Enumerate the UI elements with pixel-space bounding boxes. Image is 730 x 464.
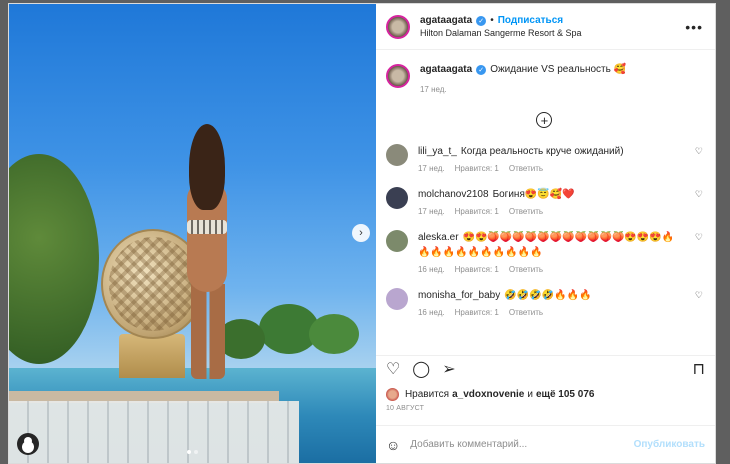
- comment-text: 🤣🤣🤣🤣🔥🔥🔥: [504, 290, 592, 301]
- comment-reply-button[interactable]: Ответить: [509, 308, 543, 317]
- comment-reply-button[interactable]: Ответить: [509, 265, 543, 274]
- post-date: 10 АВГУСТ: [385, 405, 425, 412]
- likes-conjunction: и: [527, 388, 533, 400]
- author-username[interactable]: agataagata: [420, 15, 472, 26]
- comment-item: aleska.er 😍😍🍑🍑🍑🍑🍑🍑🍑🍑🍑🍑🍑😍😍😍🔥🔥🔥🔥🔥🔥🔥🔥🔥🔥🔥 16 …: [385, 230, 703, 274]
- pedestal: [119, 334, 185, 378]
- comment-username[interactable]: monisha_for_baby: [418, 290, 500, 301]
- comment-meta: 17 нед. Нравится: 1 Ответить: [418, 207, 681, 216]
- comment-text-line: monisha_for_baby 🤣🤣🤣🤣🔥🔥🔥: [418, 288, 681, 303]
- likes-summary: Нравится a_vdoxnovenie и ещё 105 076: [376, 383, 715, 405]
- comment-likes[interactable]: Нравится: 1: [455, 207, 499, 216]
- post-header: agataagata ✓ • Подписаться Hilton Dalama…: [375, 4, 715, 50]
- comment-body: monisha_for_baby 🤣🤣🤣🤣🔥🔥🔥 16 нед. Нравится…: [418, 288, 703, 317]
- comment-avatar[interactable]: [385, 144, 408, 166]
- post-dialog: › agataagata ✓ • Подписаться Hilton Dala…: [8, 3, 716, 464]
- comment-body: lili_ya_t_ Когда реальность круче ожидани…: [418, 144, 703, 173]
- comment-like-heart-icon[interactable]: ♡: [695, 146, 703, 157]
- person-hair: [189, 124, 225, 210]
- comment-text-line: molchanov2108 Богиня😍😇🥰❤️: [418, 187, 681, 202]
- comment-bubble-icon[interactable]: ◯: [412, 361, 430, 378]
- tree-left: [9, 154, 99, 364]
- publish-button[interactable]: Опубликовать: [634, 439, 705, 450]
- comment-likes[interactable]: Нравится: 1: [455, 265, 499, 274]
- caption-line: agataagata ✓ Ожидание VS реальность 🥰: [420, 64, 626, 75]
- comment-text-line: lili_ya_t_ Когда реальность круче ожидани…: [418, 144, 681, 159]
- like-heart-icon[interactable]: ♡: [386, 361, 400, 378]
- comment-reply-button[interactable]: Ответить: [509, 207, 543, 216]
- load-more-comments: +: [386, 112, 703, 128]
- comment-like-heart-icon[interactable]: ♡: [695, 232, 703, 243]
- person-legs: [191, 284, 225, 379]
- screen-frame: › agataagata ✓ • Подписаться Hilton Dala…: [0, 0, 730, 464]
- comment-text-line: aleska.er 😍😍🍑🍑🍑🍑🍑🍑🍑🍑🍑🍑🍑😍😍😍🔥🔥🔥🔥🔥🔥🔥🔥🔥🔥🔥: [418, 230, 681, 260]
- follow-button[interactable]: Подписаться: [498, 15, 563, 26]
- emoji-icon[interactable]: ☺: [386, 437, 400, 453]
- post-caption: agataagata ✓ Ожидание VS реальность 🥰 17…: [385, 64, 703, 94]
- share-send-icon[interactable]: ➢: [442, 361, 455, 378]
- comment-like-heart-icon[interactable]: ♡: [695, 189, 703, 200]
- comment-text: Когда реальность круче ожиданий): [460, 146, 624, 157]
- comment-time: 17 нед.: [417, 207, 445, 216]
- liker-avatar: [385, 387, 399, 401]
- comment-username[interactable]: aleska.er: [418, 232, 459, 243]
- caption-text: Ожидание VS реальность 🥰: [490, 64, 627, 75]
- comment-avatar[interactable]: [385, 288, 408, 310]
- likes-prefix: Нравится: [404, 388, 450, 400]
- carousel-dot: [194, 450, 198, 454]
- comment-time: 17 нед.: [417, 164, 445, 173]
- post-actions-bar: ♡ ◯ ➢ ⊓: [375, 355, 715, 383]
- comment-body: aleska.er 😍😍🍑🍑🍑🍑🍑🍑🍑🍑🍑🍑🍑😍😍😍🔥🔥🔥🔥🔥🔥🔥🔥🔥🔥🔥 16 …: [418, 230, 703, 274]
- comment-avatar[interactable]: [385, 187, 408, 209]
- caption-verified-badge-icon: ✓: [476, 64, 487, 75]
- comment-meta: 17 нед. Нравится: 1 Ответить: [418, 164, 681, 173]
- comment-item: monisha_for_baby 🤣🤣🤣🤣🔥🔥🔥 16 нед. Нравится…: [385, 288, 703, 317]
- pool-wall-tiles: [9, 401, 299, 463]
- post-sidebar: agataagata ✓ • Подписаться Hilton Dalama…: [375, 4, 715, 463]
- comment-like-heart-icon[interactable]: ♡: [695, 290, 703, 301]
- header-text: agataagata ✓ • Подписаться Hilton Dalama…: [420, 15, 685, 38]
- likes-others-count[interactable]: ещё 105 076: [536, 389, 595, 400]
- comments-list: agataagata ✓ Ожидание VS реальность 🥰 17…: [376, 50, 715, 353]
- comment-likes[interactable]: Нравится: 1: [455, 308, 499, 317]
- comment-time: 16 нед.: [417, 265, 445, 274]
- comment-input[interactable]: [410, 439, 634, 450]
- more-options-icon[interactable]: •••: [685, 19, 703, 35]
- carousel-dot-active: [187, 450, 191, 454]
- caption-username[interactable]: agataagata: [420, 64, 472, 75]
- add-comment-bar: ☺ Опубликовать: [375, 425, 715, 463]
- author-avatar[interactable]: [385, 14, 410, 39]
- comment-username[interactable]: lili_ya_t_: [418, 146, 457, 157]
- comment-item: lili_ya_t_ Когда реальность круче ожидани…: [385, 144, 703, 173]
- comment-meta: 16 нед. Нравится: 1 Ответить: [418, 265, 681, 274]
- caption-time: 17 нед.: [419, 85, 447, 94]
- comment-text: Богиня😍😇🥰❤️: [492, 189, 575, 200]
- header-line: agataagata ✓ • Подписаться: [420, 15, 685, 26]
- comment-likes[interactable]: Нравится: 1: [455, 164, 499, 173]
- tree-right-2: [309, 314, 359, 354]
- bookmark-save-icon[interactable]: ⊓: [693, 361, 705, 378]
- location-link[interactable]: Hilton Dalaman Sangerme Resort & Spa: [420, 28, 685, 38]
- carousel-dots: [187, 450, 198, 454]
- verified-badge-icon: ✓: [476, 15, 487, 26]
- person-swimsuit: [187, 220, 227, 234]
- next-photo-button[interactable]: ›: [351, 224, 370, 242]
- comment-meta: 16 нед. Нравится: 1 Ответить: [418, 308, 681, 317]
- tagged-users-icon[interactable]: [17, 433, 39, 455]
- separator-dot: •: [490, 15, 494, 26]
- comment-item: molchanov2108 Богиня😍😇🥰❤️ 17 нед. Нравитс…: [385, 187, 703, 216]
- caption-avatar[interactable]: [385, 64, 410, 88]
- liker-username[interactable]: a_vdoxnovenie: [452, 389, 524, 400]
- load-more-comments-icon[interactable]: +: [536, 112, 553, 128]
- comment-reply-button[interactable]: Ответить: [509, 164, 543, 173]
- post-photo[interactable]: ›: [9, 4, 376, 463]
- comment-time: 16 нед.: [417, 308, 445, 317]
- person-figure: [179, 124, 235, 379]
- comment-body: molchanov2108 Богиня😍😇🥰❤️ 17 нед. Нравитс…: [418, 187, 703, 216]
- comment-avatar[interactable]: [385, 230, 408, 252]
- caption-body: agataagata ✓ Ожидание VS реальность 🥰 17…: [420, 64, 626, 94]
- comment-username[interactable]: molchanov2108: [418, 189, 489, 200]
